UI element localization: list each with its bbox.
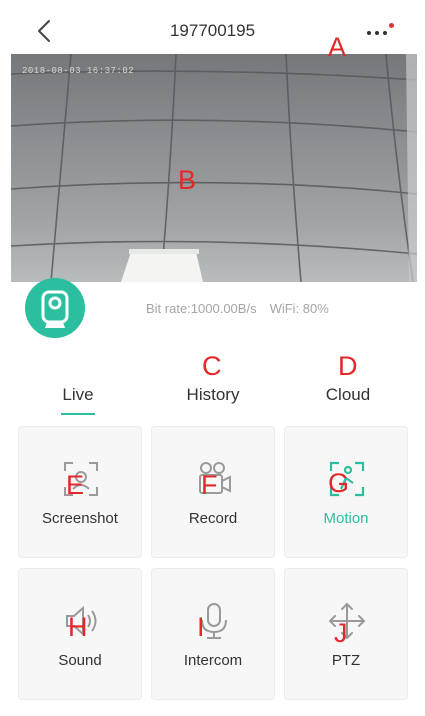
active-tab-indicator: [61, 413, 95, 415]
annotation-j: J: [334, 618, 348, 648]
more-options-button[interactable]: [360, 18, 400, 48]
tab-cloud[interactable]: Cloud: [313, 385, 383, 405]
intercom-label: Intercom: [183, 652, 243, 669]
stream-stats: Bit rate:1000.00B/s WiFi: 80%: [146, 301, 329, 316]
video-timestamp: 2018-08-03 16:37:02: [22, 66, 135, 76]
more-dots-icon: [367, 31, 387, 35]
motion-label: Motion: [323, 510, 369, 527]
camera-device-icon: [41, 290, 69, 328]
intercom-button[interactable]: Intercom: [151, 568, 275, 700]
bitrate-text: Bit rate:1000.00B/s: [146, 301, 257, 316]
screenshot-label: Screenshot: [42, 510, 118, 527]
annotation-i: I: [197, 612, 205, 642]
record-label: Record: [188, 510, 238, 527]
tab-history[interactable]: History: [173, 385, 253, 405]
camera-avatar[interactable]: [25, 278, 85, 338]
ptz-label: PTZ: [331, 652, 361, 669]
wifi-text: WiFi: 80%: [269, 301, 329, 316]
live-video-view[interactable]: 2018-08-03 16:37:02: [11, 54, 417, 282]
annotation-b: B: [178, 165, 197, 195]
annotation-f: F: [201, 470, 218, 500]
annotation-d: D: [338, 351, 358, 381]
annotation-g: G: [328, 468, 350, 498]
sound-label: Sound: [58, 652, 102, 669]
notification-badge: [389, 23, 394, 28]
annotation-e: E: [66, 470, 85, 500]
header-bar: 197700195: [0, 0, 425, 54]
tab-live[interactable]: Live: [48, 385, 108, 405]
annotation-h: H: [68, 612, 88, 642]
ceiling-grid-image: [11, 54, 417, 282]
annotation-c: C: [202, 351, 222, 381]
annotation-a: A: [328, 32, 347, 62]
